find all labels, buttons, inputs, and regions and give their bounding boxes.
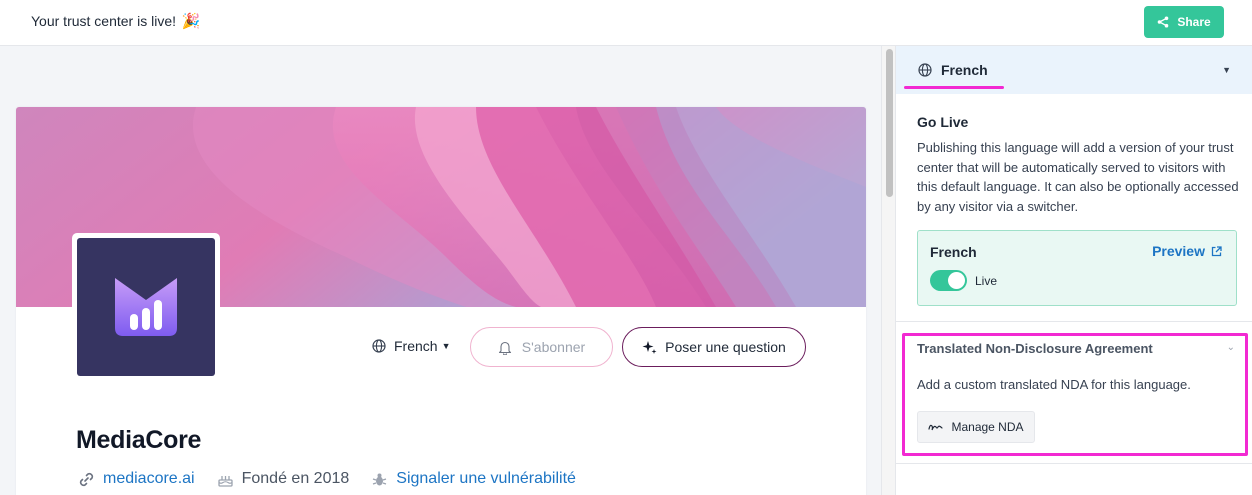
caret-down-icon: ▼ [1222,65,1231,75]
language-select-label: French [394,338,438,354]
ask-question-label: Poser une question [665,339,786,355]
highlight-underline [904,86,1004,89]
scrollbar-thumb[interactable] [886,49,893,197]
preview-link-label: Preview [1152,243,1205,259]
globe-icon [372,339,386,353]
live-status-label: Live [975,274,998,288]
divider [896,463,1252,464]
share-label: Share [1177,15,1211,29]
share-button[interactable]: Share [1144,6,1224,38]
report-vulnerability-link[interactable]: Signaler une vulnérabilité [371,470,576,488]
founded-text: Fondé en 2018 [241,470,350,487]
go-live-title: Go Live [917,114,969,130]
nda-section-title[interactable]: Translated Non-Disclosure Agreement [917,341,1153,356]
preview-link[interactable]: Preview [1152,243,1222,259]
language-dropdown[interactable]: French ▼ [896,46,1252,94]
report-vulnerability-text: Signaler une vulnérabilité [396,470,576,487]
live-toggle[interactable] [930,270,967,291]
party-icon: 🎉 [181,13,201,30]
preview-scrollbar[interactable] [881,46,895,495]
founded-info: Fondé en 2018 [217,470,350,488]
language-select[interactable]: French ▼ [372,338,451,354]
signature-icon [928,424,944,431]
live-message: Your trust center is live! 🎉 [31,12,201,30]
language-status-box: French Preview Live [917,230,1237,306]
subscribe-button[interactable]: S'abonner [470,327,613,367]
language-settings-panel: French ▼ Go Live Publishing this languag… [895,46,1252,495]
sparkle-icon [642,340,657,354]
company-name: MediaCore [76,426,202,454]
live-message-text: Your trust center is live! [31,13,176,29]
website-link-text: mediacore.ai [103,470,195,487]
trust-center-preview: French ▼ S'abonner Poser une question Me… [0,46,881,495]
subscribe-label: S'abonner [521,339,586,355]
divider [896,321,1252,322]
manage-nda-label: Manage NDA [951,420,1024,434]
bell-icon [498,341,511,355]
mediacore-logo-icon [115,278,177,336]
language-dropdown-label: French [941,62,988,78]
company-logo [72,233,220,381]
bug-icon [373,473,387,485]
share-icon [1158,16,1169,28]
external-link-icon [1211,245,1222,256]
caret-down-icon: ▼ [441,341,451,351]
website-link[interactable]: mediacore.ai [78,470,195,488]
cake-icon [217,475,233,487]
globe-icon [918,63,932,77]
nda-description: Add a custom translated NDA for this lan… [917,377,1191,392]
link-icon [79,472,94,486]
ask-question-button[interactable]: Poser une question [622,327,806,367]
company-meta: mediacore.ai Fondé en 2018 Signaler une … [78,470,598,488]
manage-nda-button[interactable]: Manage NDA [917,411,1035,443]
chevron-down-icon[interactable]: ⌄ [1227,342,1235,353]
go-live-description: Publishing this language will add a vers… [917,140,1239,214]
top-bar: Your trust center is live! 🎉 Share [0,0,1252,46]
preview-card: French ▼ S'abonner Poser une question Me… [16,107,866,495]
language-status-name: French [930,244,977,260]
